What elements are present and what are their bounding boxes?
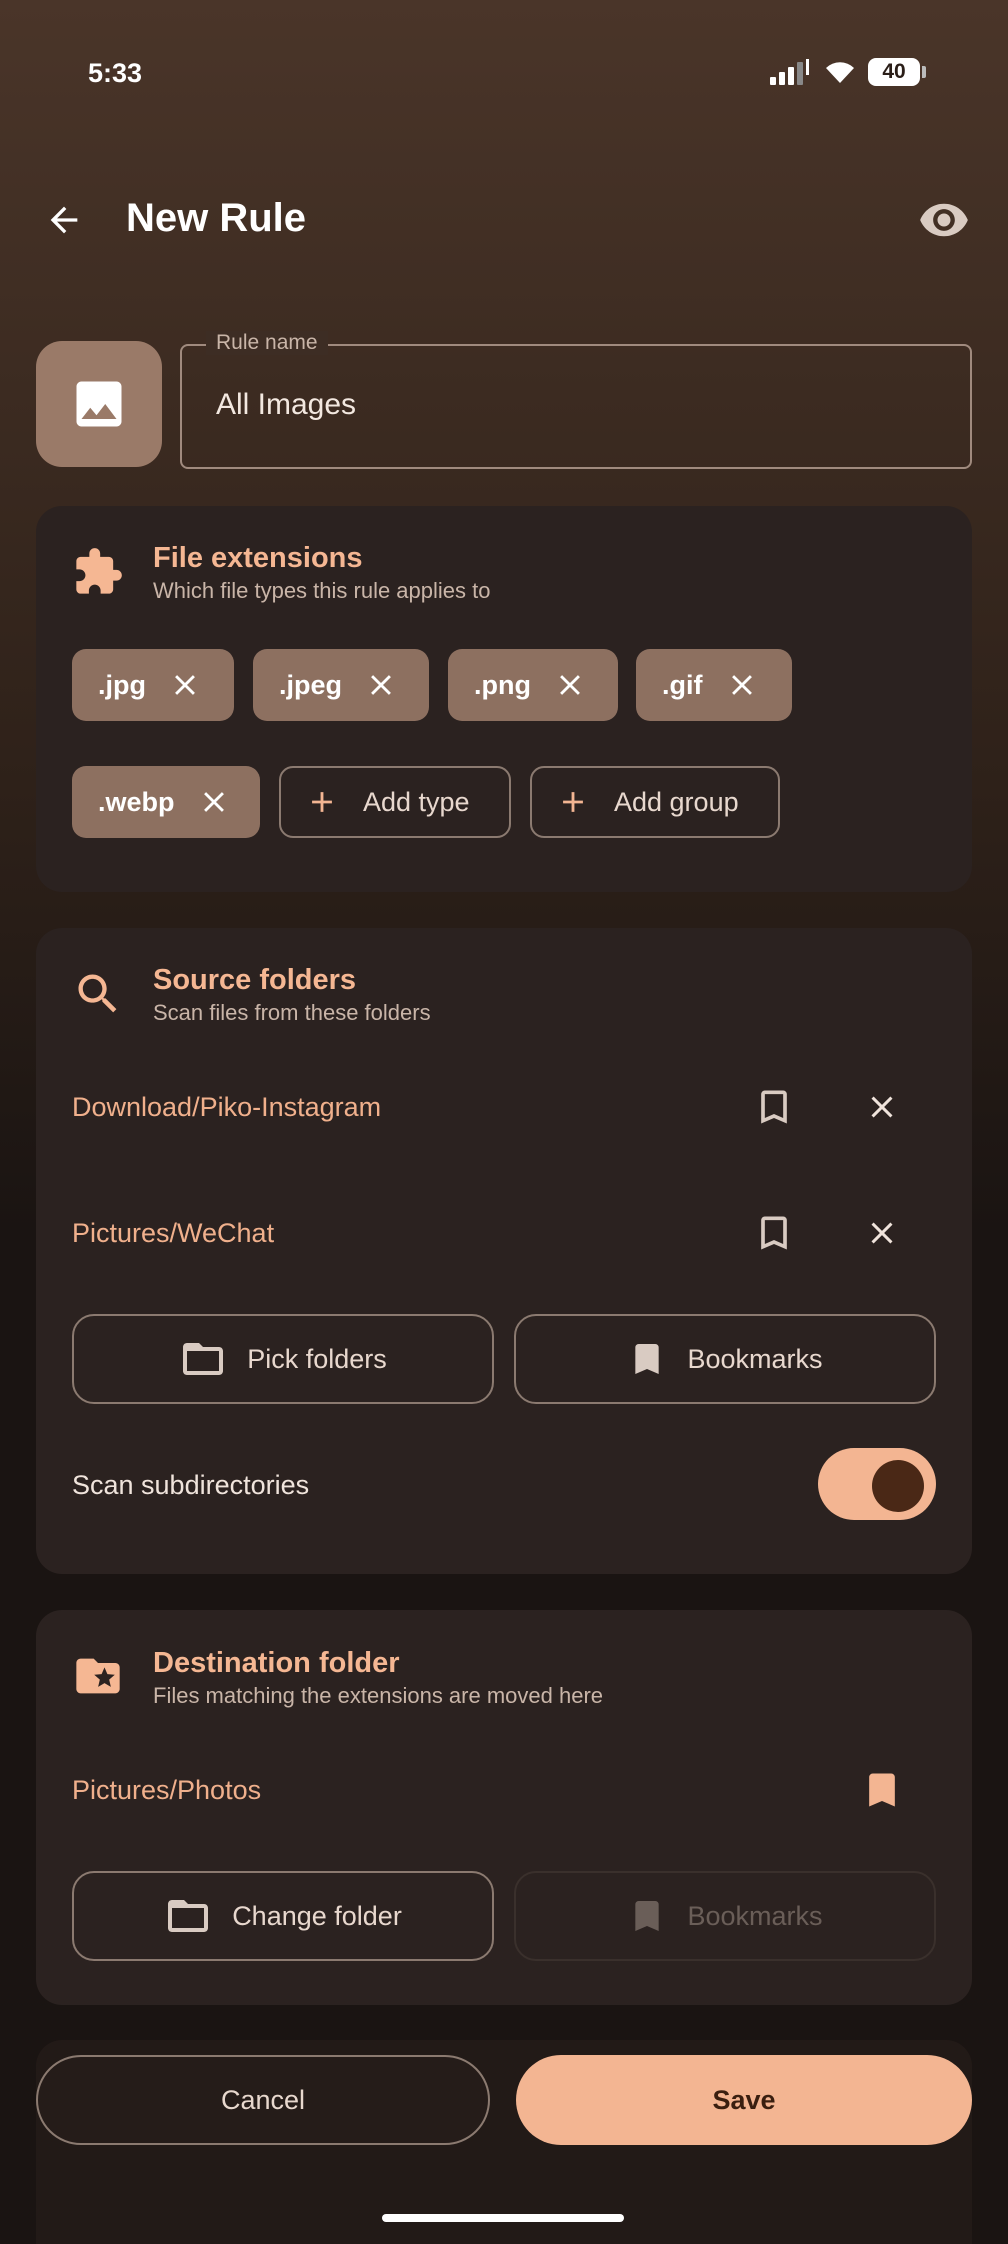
plus-icon <box>312 792 332 812</box>
extensions-title: File extensions <box>153 542 363 574</box>
rule-icon-picker[interactable] <box>36 341 162 467</box>
close-icon[interactable] <box>197 785 231 819</box>
add-group-label: Add group <box>614 786 739 817</box>
plus-icon <box>563 792 583 812</box>
remove-folder-button[interactable] <box>852 1077 912 1137</box>
bookmark-folder-button[interactable] <box>744 1203 804 1263</box>
extension-chip-gif[interactable]: .gif <box>636 649 792 721</box>
search-icon <box>78 974 117 1013</box>
source-subtitle: Scan files from these folders <box>153 1000 431 1025</box>
chip-label: .png <box>474 669 531 700</box>
extension-chip-png[interactable]: .png <box>448 649 618 721</box>
image-icon <box>76 381 122 427</box>
wifi-icon <box>826 62 854 83</box>
source-bookmarks-button[interactable]: Bookmarks <box>514 1314 936 1404</box>
rule-name-value[interactable]: All Images <box>216 388 356 422</box>
change-folder-button[interactable]: Change folder <box>72 1871 494 1961</box>
bookmark-outline-icon <box>761 1216 787 1250</box>
close-icon[interactable] <box>725 668 759 702</box>
folder-star-icon <box>76 1658 120 1694</box>
close-icon[interactable] <box>553 668 587 702</box>
folder-outline-icon <box>183 1343 224 1375</box>
source-folder-path: Download/Piko-Instagram <box>72 1092 382 1122</box>
page-title: New Rule <box>126 196 307 240</box>
battery-tip <box>922 66 926 78</box>
status-time: 5:33 <box>88 58 143 88</box>
bookmark-outline-icon <box>761 1090 787 1124</box>
destination-title: Destination folder <box>153 1647 400 1679</box>
close-icon[interactable] <box>364 668 398 702</box>
rule-name-label: Rule name <box>206 331 328 355</box>
close-icon <box>871 1096 893 1118</box>
status-icons: 40 <box>770 58 926 86</box>
scan-subdirectories-label: Scan subdirectories <box>72 1470 310 1500</box>
signal-icon <box>770 59 809 85</box>
chip-label: .jpg <box>98 669 146 700</box>
extension-chip-jpeg[interactable]: .jpeg <box>253 649 429 721</box>
extension-chip-jpg[interactable]: .jpg <box>72 649 234 721</box>
extensions-subtitle: Which file types this rule applies to <box>153 578 491 603</box>
bookmark-icon <box>635 1901 660 1931</box>
preview-button[interactable] <box>912 190 976 250</box>
cancel-button[interactable]: Cancel <box>36 2055 490 2145</box>
destination-folder-path: Pictures/Photos <box>72 1775 262 1805</box>
eye-icon <box>920 203 968 237</box>
bookmark-filled-icon <box>869 1773 895 1807</box>
destination-subtitle: Files matching the extensions are moved … <box>153 1683 604 1708</box>
change-folder-label: Change folder <box>232 1900 402 1931</box>
source-folder-path: Pictures/WeChat <box>72 1218 275 1248</box>
add-type-button[interactable]: Add type <box>279 766 511 838</box>
chip-label: .gif <box>662 669 703 700</box>
pick-folders-button[interactable]: Pick folders <box>72 1314 494 1404</box>
chip-label: .webp <box>98 786 175 817</box>
arrow-back-icon <box>50 206 78 234</box>
bookmark-icon <box>635 1344 660 1374</box>
battery-indicator: 40 <box>868 58 920 86</box>
destination-bookmarks-label: Bookmarks <box>687 1900 823 1931</box>
add-type-label: Add type <box>363 786 470 817</box>
destination-bookmarks-button[interactable]: Bookmarks <box>514 1871 936 1961</box>
save-button[interactable]: Save <box>516 2055 972 2145</box>
close-icon[interactable] <box>168 668 202 702</box>
extension-chip-webp[interactable]: .webp <box>72 766 260 838</box>
add-group-button[interactable]: Add group <box>530 766 780 838</box>
folder-outline-icon <box>168 1900 209 1932</box>
pick-folders-label: Pick folders <box>247 1343 387 1374</box>
home-indicator[interactable] <box>382 2214 624 2222</box>
remove-folder-button[interactable] <box>852 1203 912 1263</box>
chip-label: .jpeg <box>279 669 343 700</box>
close-icon <box>871 1222 893 1244</box>
puzzle-icon <box>76 548 122 594</box>
bookmark-destination-button[interactable] <box>852 1760 912 1820</box>
source-bookmarks-label: Bookmarks <box>687 1343 823 1374</box>
source-title: Source folders <box>153 964 357 996</box>
toggle-thumb[interactable] <box>872 1460 924 1512</box>
bookmark-folder-button[interactable] <box>744 1077 804 1137</box>
back-button[interactable] <box>34 190 94 250</box>
